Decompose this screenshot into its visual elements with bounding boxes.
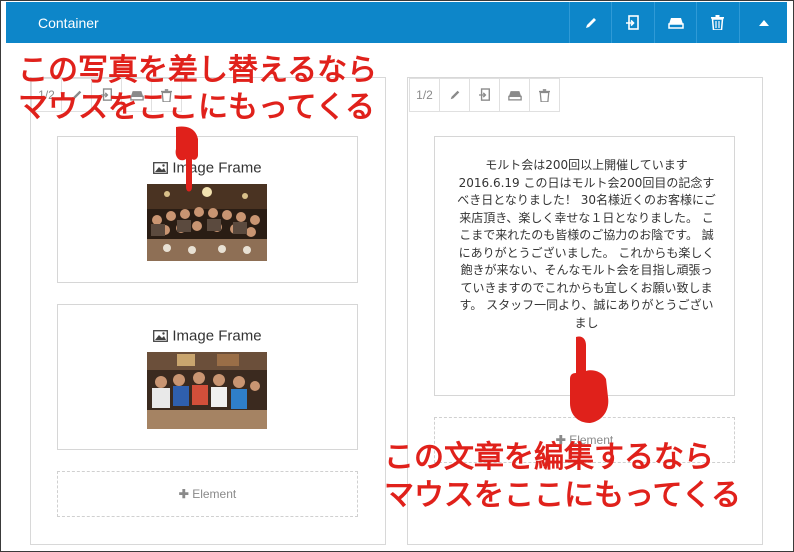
container-title: Container bbox=[38, 15, 99, 31]
add-element-label: Element bbox=[192, 487, 237, 501]
pointer-hand-icon bbox=[570, 336, 609, 423]
annotation-bottom-line2: マウスをここにもってくる bbox=[384, 478, 741, 513]
annotation-bottom-line1: この文章を編集するなら bbox=[384, 440, 714, 475]
import-icon bbox=[625, 14, 639, 30]
party-photo bbox=[147, 184, 267, 261]
image-frame-header: Image Frame bbox=[58, 327, 357, 345]
edit-button[interactable] bbox=[569, 2, 611, 43]
eraser-icon bbox=[667, 17, 684, 29]
image-icon bbox=[153, 162, 169, 174]
image-icon bbox=[153, 330, 169, 342]
column-edit-button[interactable] bbox=[439, 78, 470, 112]
import-button[interactable] bbox=[611, 2, 653, 43]
plus-icon: ✚ bbox=[178, 487, 189, 501]
container-header: Container bbox=[6, 2, 787, 43]
column-import-button[interactable] bbox=[469, 78, 500, 112]
import-icon bbox=[478, 88, 490, 101]
eraser-icon bbox=[507, 90, 522, 101]
annotation-top-line1: この写真を差し替えるなら bbox=[18, 53, 378, 88]
image-frame-title: Image Frame bbox=[172, 327, 262, 345]
pointer-hand-icon bbox=[175, 126, 198, 192]
clear-button[interactable] bbox=[654, 2, 696, 43]
pencil-icon bbox=[450, 90, 459, 100]
caret-up-icon bbox=[759, 20, 769, 26]
annotation-top-line2: マウスをここにもってくる bbox=[18, 90, 375, 125]
right-column-toolbar: 1/2 bbox=[409, 78, 560, 112]
column-delete-button[interactable] bbox=[529, 78, 560, 112]
delete-button[interactable] bbox=[696, 2, 738, 43]
column-clear-button[interactable] bbox=[499, 78, 530, 112]
trash-icon bbox=[539, 88, 550, 102]
collapse-button[interactable] bbox=[739, 2, 788, 43]
party-photo bbox=[147, 352, 267, 429]
add-element-button[interactable]: ✚ Element bbox=[57, 471, 358, 517]
column-ratio[interactable]: 1/2 bbox=[409, 78, 440, 112]
image-frame-2[interactable]: Image Frame bbox=[57, 304, 358, 450]
trash-icon bbox=[711, 15, 724, 30]
pencil-icon bbox=[585, 17, 596, 28]
